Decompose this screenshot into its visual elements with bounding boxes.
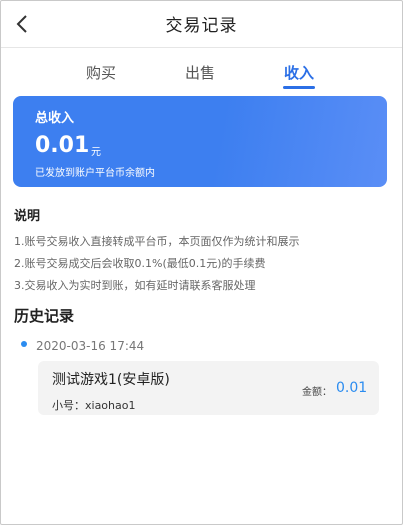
tab-active-indicator	[283, 86, 315, 89]
back-button[interactable]	[8, 10, 36, 38]
income-amount: 0.01	[35, 133, 90, 158]
explain-line-2: 2.账号交易成交后会收取0.1%(最低0.1元)的手续费	[14, 257, 266, 270]
record-date: 2020-03-16 17:44	[36, 339, 145, 353]
record-game-name: 测试游戏1(安卓版)	[52, 372, 170, 388]
tab-income[interactable]: 收入	[284, 62, 314, 83]
top-bar: 交易记录	[0, 0, 403, 48]
timeline-dot-icon	[21, 341, 27, 347]
explain-title: 说明	[14, 209, 41, 224]
explain-line-3: 3.交易收入为实时到账，如有延时请联系客服处理	[14, 279, 256, 292]
tab-buy[interactable]: 购买	[86, 62, 116, 83]
page-title: 交易记录	[165, 16, 238, 36]
tab-bar: 购买 出售 收入	[0, 58, 403, 92]
history-title: 历史记录	[14, 307, 75, 325]
chevron-left-icon	[16, 15, 27, 33]
explain-line-1: 1.账号交易收入直接转成平台币，本页面仅作为统计和展示	[14, 235, 300, 248]
record-card[interactable]: 测试游戏1(安卓版) 小号：xiaohao1 金额： 0.01	[38, 361, 379, 415]
record-sub-account: 小号：xiaohao1	[52, 399, 136, 412]
record-amount-label: 金额：	[302, 387, 332, 398]
income-unit: 元	[91, 147, 101, 158]
income-note: 已发放到账户平台币余额内	[35, 168, 155, 179]
record-amount: 0.01	[336, 380, 368, 396]
income-label: 总收入	[35, 111, 75, 126]
tab-sell[interactable]: 出售	[185, 62, 215, 83]
income-summary-card: 总收入 0.01 元 已发放到账户平台币余额内	[13, 96, 387, 187]
